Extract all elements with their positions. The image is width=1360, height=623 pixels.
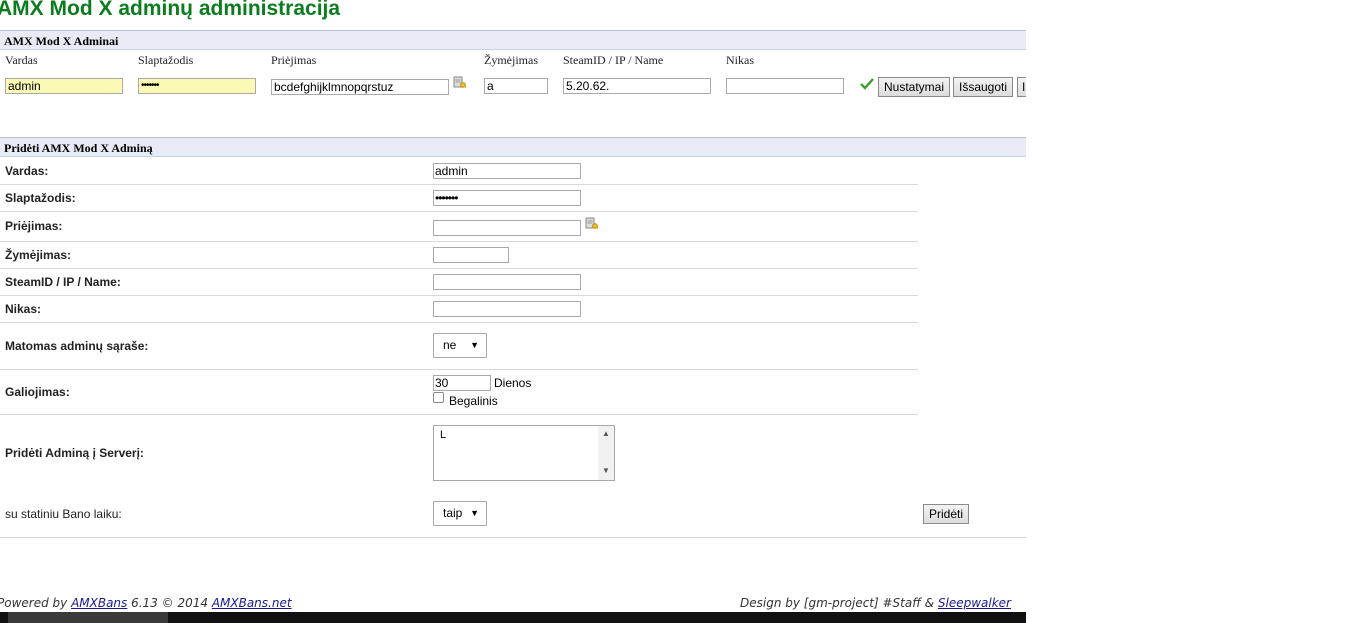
dropdown-arrow-icon: ▼	[470, 508, 479, 518]
nick-field[interactable]	[433, 301, 581, 317]
admin-row-password-input[interactable]: •••••••	[138, 78, 256, 94]
label-bano: su statiniu Bano laiku:	[5, 507, 122, 521]
label-slaptazodis: Slaptažodis:	[5, 191, 76, 205]
server-listbox[interactable]: L ▲ ▼	[433, 425, 615, 481]
unlimited-checkbox[interactable]	[433, 392, 444, 403]
row-divider	[0, 414, 918, 415]
row-divider	[0, 184, 918, 185]
row-divider	[0, 295, 918, 296]
version-text: 6.13 © 2014	[127, 596, 212, 610]
bottom-bar-segment	[8, 612, 168, 623]
col-header-vardas: Vardas	[5, 53, 38, 67]
col-header-nikas: Nikas	[726, 53, 754, 67]
label-vardas: Vardas:	[5, 164, 49, 178]
check-icon	[860, 77, 874, 91]
access-key-icon[interactable]	[453, 76, 467, 90]
expiry-unit-label: Dienos	[494, 376, 532, 390]
label-steamid: SteamID / IP / Name:	[5, 275, 121, 289]
admin-row-flags-input[interactable]: a	[484, 78, 548, 94]
password-field[interactable]: •••••••	[433, 190, 581, 206]
add-admin-button[interactable]: Pridėti	[923, 504, 970, 524]
row-divider	[0, 211, 918, 212]
amxbans-site-link[interactable]: AMXBans.net	[212, 596, 292, 610]
admin-row-access-input[interactable]: bcdefghijklmnopqrstuz	[271, 79, 449, 95]
label-serveris: Pridėti Adminą į Serverį:	[5, 446, 144, 460]
listbox-scrollbar[interactable]: ▲ ▼	[598, 426, 614, 480]
access-field[interactable]	[433, 220, 581, 236]
dropdown-arrow-icon: ▼	[470, 340, 479, 350]
admin-row-vardas-input[interactable]: admin	[5, 78, 123, 94]
page-title: AMX Mod X adminų administracija	[0, 0, 341, 20]
footer-powered-by: Powered by AMXBans 6.13 © 2014 AMXBans.n…	[0, 596, 292, 610]
powered-prefix: Powered by	[0, 596, 72, 610]
vardas-field[interactable]: admin	[433, 163, 581, 179]
settings-button[interactable]: Nustatymai	[878, 77, 951, 97]
author-link[interactable]: Sleepwalker	[938, 596, 1011, 610]
bottom-bar	[0, 612, 1026, 623]
row-divider	[0, 241, 918, 242]
scroll-up-icon[interactable]: ▲	[602, 429, 610, 438]
label-matomas: Matomas adminų sąraše:	[5, 339, 149, 353]
col-header-steamid: SteamID / IP / Name	[563, 53, 664, 67]
unlimited-label: Begalinis	[449, 394, 498, 408]
visible-in-list-value: ne	[443, 338, 457, 352]
server-list-item[interactable]: L	[440, 429, 446, 441]
row-divider	[0, 537, 1026, 538]
flags-field[interactable]	[433, 247, 509, 263]
label-priejimas: Priėjimas:	[5, 219, 63, 233]
label-nikas: Nikas:	[5, 302, 42, 316]
add-admin-section-header: Pridėti AMX Mod X Adminą	[0, 137, 1026, 157]
access-key-icon[interactable]	[585, 217, 599, 231]
col-header-zymejimas: Žymėjimas	[484, 53, 538, 67]
amxbans-link[interactable]: AMXBans	[71, 596, 127, 610]
label-galiojimas: Galiojimas:	[5, 385, 70, 399]
row-divider	[0, 268, 918, 269]
admin-row-steamid-input[interactable]: 5.20.62.	[563, 78, 711, 94]
static-ban-value: taip	[443, 506, 463, 520]
col-header-priejimas: Priėjimas	[271, 53, 317, 67]
label-zymejimas: Žymėjimas:	[5, 248, 72, 262]
admin-row-nick-input[interactable]	[726, 78, 844, 94]
steamid-field[interactable]	[433, 274, 581, 290]
footer-design-by: Design by [gm-project] #Staff & Sleepwal…	[740, 596, 1011, 610]
visible-in-list-select[interactable]: ne ▼	[433, 333, 487, 358]
design-prefix: Design by [gm-project] #Staff &	[740, 596, 938, 610]
row-divider	[0, 322, 918, 323]
admins-section-header: AMX Mod X Adminai	[0, 30, 1026, 50]
col-header-slaptazodis: Slaptažodis	[138, 53, 194, 67]
scroll-down-icon[interactable]: ▼	[602, 466, 610, 475]
delete-button[interactable]: I	[1017, 77, 1026, 97]
row-divider	[0, 369, 918, 370]
expiry-days-field[interactable]: 30	[433, 375, 491, 391]
save-button[interactable]: Išsaugoti	[953, 77, 1014, 97]
static-ban-select[interactable]: taip ▼	[433, 501, 487, 526]
